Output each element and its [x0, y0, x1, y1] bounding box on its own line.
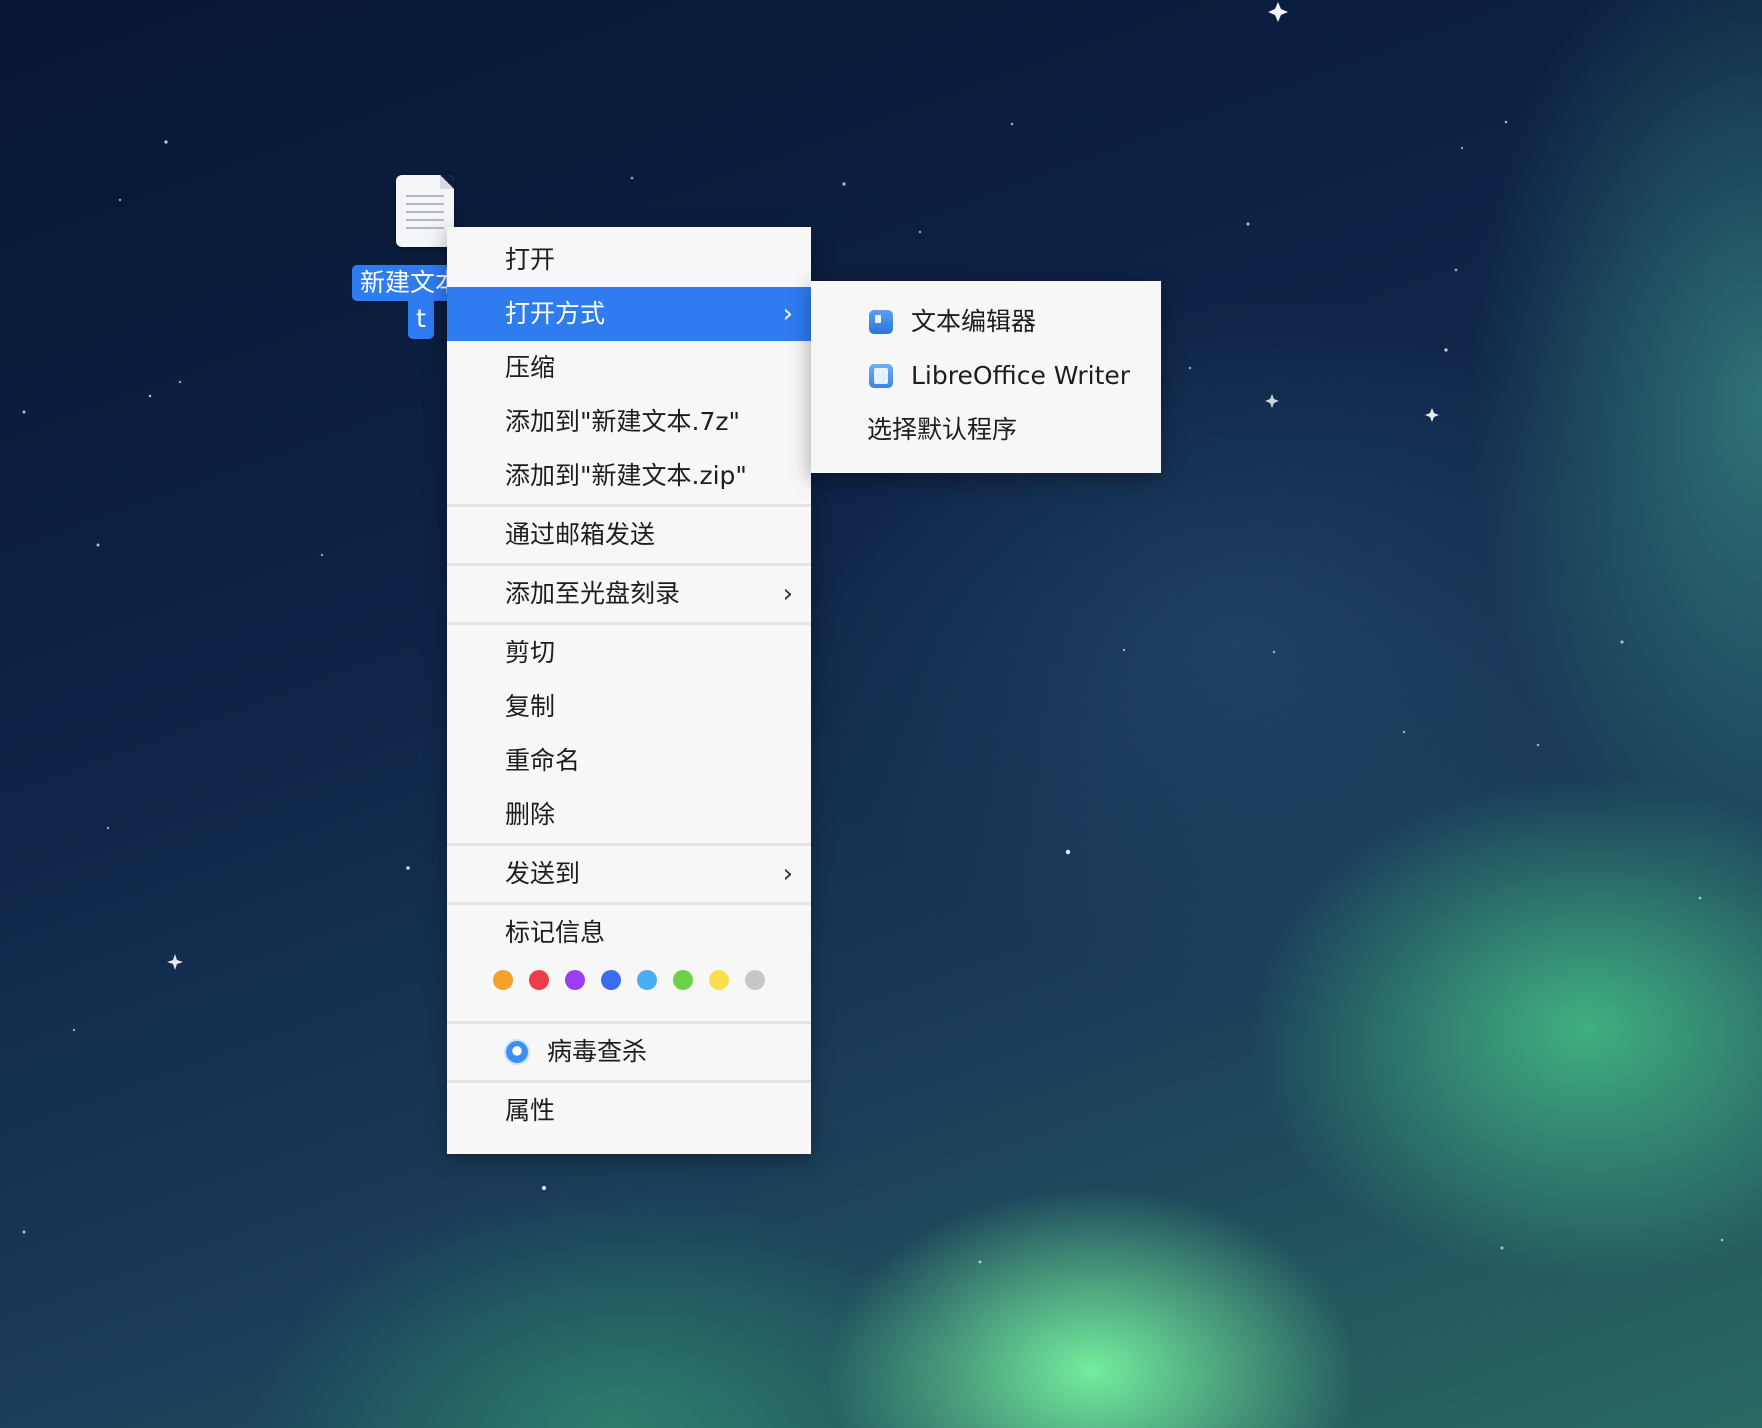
menu-item-label: 删除 [505, 800, 556, 829]
menu-separator [447, 1080, 811, 1083]
tag-color-dot-3[interactable] [565, 970, 585, 990]
menu-item-label: 压缩 [505, 353, 556, 382]
menu-item-label: 发送到 [505, 859, 581, 888]
menu-item-label: 添加到"新建文本.7z" [505, 407, 740, 436]
shield-icon [506, 1041, 528, 1063]
tag-color-dot-5[interactable] [637, 970, 657, 990]
submenu-item-libreoffice-writer[interactable]: LibreOffice Writer [811, 349, 1161, 403]
context-menu: 打开 打开方式 › 压缩 添加到"新建文本.7z" 添加到"新建文本.zip" … [447, 227, 811, 1154]
tag-color-dot-2[interactable] [529, 970, 549, 990]
menu-item-compress[interactable]: 压缩 [447, 341, 811, 395]
menu-item-label: 打开方式 [505, 299, 606, 328]
chevron-right-icon: › [782, 579, 793, 609]
text-editor-app-icon [869, 310, 893, 334]
menu-item-send-to[interactable]: 发送到 › [447, 847, 811, 901]
menu-item-label: 添加至光盘刻录 [505, 579, 681, 608]
desktop-file-label-continuation: t [408, 301, 434, 339]
chevron-right-icon: › [782, 859, 793, 889]
menu-item-label: 属性 [505, 1096, 556, 1125]
menu-item-open[interactable]: 打开 [447, 233, 811, 287]
libreoffice-writer-app-icon [869, 364, 893, 388]
menu-item-copy[interactable]: 复制 [447, 680, 811, 734]
menu-item-label: 添加到"新建文本.zip" [505, 461, 747, 490]
menu-item-add-zip[interactable]: 添加到"新建文本.zip" [447, 449, 811, 503]
menu-separator [447, 902, 811, 905]
menu-item-tag-info: 标记信息 [447, 906, 811, 960]
menu-item-send-mail[interactable]: 通过邮箱发送 [447, 508, 811, 562]
submenu-item-label: 文本编辑器 [911, 307, 1037, 336]
menu-item-add-to-disc-burning[interactable]: 添加至光盘刻录 › [447, 567, 811, 621]
menu-separator [447, 622, 811, 625]
menu-separator [447, 843, 811, 846]
menu-item-label: 剪切 [505, 638, 556, 667]
menu-item-properties[interactable]: 属性 [447, 1084, 811, 1138]
menu-item-label: 通过邮箱发送 [505, 520, 656, 549]
tag-color-dot-8[interactable] [745, 970, 765, 990]
submenu-item-label: LibreOffice Writer [911, 361, 1131, 390]
submenu-item-label: 选择默认程序 [867, 415, 1018, 444]
menu-separator [447, 504, 811, 507]
menu-separator [447, 1021, 811, 1024]
menu-item-label: 打开 [505, 245, 556, 274]
menu-item-cut[interactable]: 剪切 [447, 626, 811, 680]
submenu-item-text-editor[interactable]: 文本编辑器 [811, 295, 1161, 349]
tag-color-dot-4[interactable] [601, 970, 621, 990]
menu-item-label: 复制 [505, 692, 556, 721]
starfield [22, 2, 1724, 1264]
open-with-submenu: 文本编辑器 LibreOffice Writer 选择默认程序 [811, 281, 1161, 473]
tag-color-dot-1[interactable] [493, 970, 513, 990]
menu-item-add-7z[interactable]: 添加到"新建文本.7z" [447, 395, 811, 449]
menu-item-delete[interactable]: 删除 [447, 788, 811, 842]
tag-color-dot-7[interactable] [709, 970, 729, 990]
menu-item-virus-scan[interactable]: 病毒查杀 [447, 1025, 811, 1079]
menu-item-rename[interactable]: 重命名 [447, 734, 811, 788]
text-file-icon [396, 175, 454, 247]
tag-color-picker [447, 960, 811, 1010]
menu-item-label: 标记信息 [505, 918, 606, 947]
menu-separator [447, 563, 811, 566]
chevron-right-icon: › [782, 299, 793, 329]
menu-item-open-with[interactable]: 打开方式 › [447, 287, 811, 341]
desktop-file-label: 新建文本 [352, 265, 462, 301]
tag-color-dot-6[interactable] [673, 970, 693, 990]
submenu-item-choose-default[interactable]: 选择默认程序 [811, 403, 1161, 457]
menu-item-label: 重命名 [505, 746, 581, 775]
